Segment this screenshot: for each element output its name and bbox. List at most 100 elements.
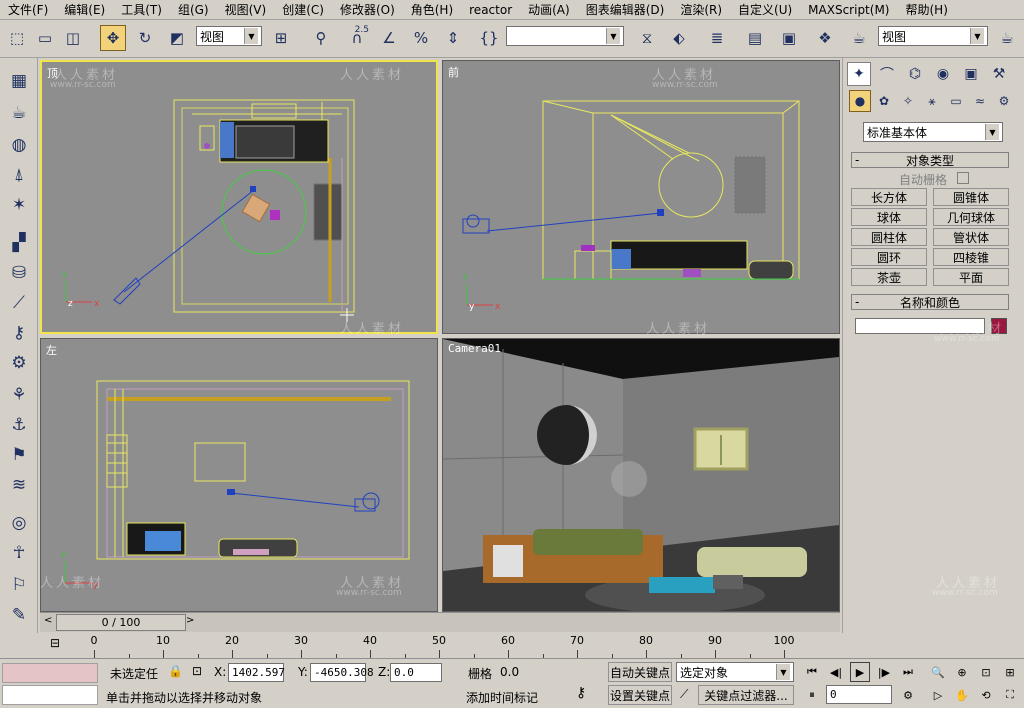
systems-icon[interactable]: ⚙ (993, 90, 1015, 112)
motion-tab-icon[interactable]: ◉ (931, 62, 955, 86)
snap-toggle-icon[interactable]: 2.5 ∩ (344, 25, 370, 51)
category-dropdown[interactable]: 标准基本体 ▼ (863, 122, 1003, 142)
mini-curve-editor-icon[interactable]: ⊟ (50, 636, 72, 654)
percent-snap-icon[interactable]: % (408, 25, 434, 51)
menu-item-9[interactable]: 动画(A) (520, 1, 578, 18)
cylinder-button[interactable]: 圆柱体 (851, 228, 927, 246)
menu-item-6[interactable]: 修改器(O) (332, 1, 403, 18)
zoom-icon[interactable]: 🔍 (928, 662, 948, 682)
tree-icon[interactable]: ⚘ (6, 382, 32, 408)
teapot-button[interactable]: 茶壶 (851, 268, 927, 286)
orbit-icon[interactable]: ⟲ (976, 685, 996, 705)
utilities-tab-icon[interactable]: ⚒ (987, 62, 1011, 86)
viewport-camera-label[interactable]: Camera01 (448, 342, 501, 355)
book-icon[interactable]: ⚐ (6, 572, 32, 598)
object-type-rollout[interactable]: - 对象类型 (851, 152, 1009, 168)
brush-icon[interactable]: ✎ (6, 602, 32, 628)
render-setup-icon[interactable]: ☕ (846, 25, 872, 51)
menu-item-11[interactable]: 渲染(R) (672, 1, 730, 18)
prev-frame-icon[interactable]: ◀| (826, 662, 846, 682)
menu-item-7[interactable]: 角色(H) (403, 1, 461, 18)
goto-end-icon[interactable]: ⏭ (898, 662, 918, 682)
named-selection-dropdown[interactable]: ▼ (506, 26, 624, 46)
plane-button[interactable]: 平面 (933, 268, 1009, 286)
checker-icon[interactable]: ▞ (6, 230, 32, 256)
menu-item-8[interactable]: reactor (461, 3, 520, 17)
x-field[interactable]: 1402.597 (228, 663, 285, 682)
wave-icon[interactable]: ≋ (6, 472, 32, 498)
tube-button[interactable]: 管状体 (933, 228, 1009, 246)
current-frame-field[interactable]: 0 (826, 685, 892, 704)
curve-editor-icon[interactable]: ▤ (742, 25, 768, 51)
angle-snap-icon[interactable]: ∠ (376, 25, 402, 51)
box-icon[interactable]: ▦ (6, 68, 32, 94)
tube-icon[interactable]: ⟋ (6, 290, 32, 316)
material-editor-icon[interactable]: ❖ (812, 25, 838, 51)
spinner-snap-icon[interactable]: ⇕ (440, 25, 466, 51)
quick-render-icon[interactable]: ☕ (994, 25, 1020, 51)
display-tab-icon[interactable]: ▣ (959, 62, 983, 86)
select-manipulate-icon[interactable]: ⚲ (308, 25, 334, 51)
torus-button[interactable]: 圆环 (851, 248, 927, 266)
select-object-icon[interactable]: ⬚ (4, 25, 30, 51)
menu-item-14[interactable]: 帮助(H) (897, 1, 955, 18)
create-tab-icon[interactable]: ✦ (847, 62, 871, 86)
ref-coord-dropdown[interactable]: 视图 ▼ (196, 26, 262, 46)
menu-item-13[interactable]: MAXScript(M) (800, 3, 897, 17)
auto-grid-checkbox[interactable] (957, 172, 969, 184)
track-bar[interactable]: ⊟ 0 10 20 30 40 50 60 70 80 90 100 (40, 632, 840, 658)
set-key-button[interactable]: 设置关键点 (608, 685, 672, 705)
select-scale-icon[interactable]: ◩ (164, 25, 190, 51)
cameras-icon[interactable]: ⚹ (921, 90, 943, 112)
gear-icon[interactable]: ⚙ (6, 350, 32, 376)
cylinder-icon[interactable]: ⛁ (6, 260, 32, 286)
spacewarps-icon[interactable]: ≈ (969, 90, 991, 112)
time-slider[interactable]: < 0 / 100 > (40, 612, 840, 632)
pyramid-button[interactable]: 四棱锥 (933, 248, 1009, 266)
lock-icon[interactable]: 🔒 (168, 664, 183, 678)
geometry-icon[interactable]: ● (849, 90, 871, 112)
box-button[interactable]: 长方体 (851, 188, 927, 206)
mirror-icon[interactable]: ⧖ (634, 25, 660, 51)
object-name-input[interactable] (855, 318, 985, 334)
y-field[interactable]: -4650.308 (310, 663, 374, 682)
chevron-left-icon[interactable]: < (44, 615, 56, 629)
hierarchy-tab-icon[interactable]: ⌬ (903, 62, 927, 86)
menu-item-3[interactable]: 组(G) (170, 1, 217, 18)
viewport-top[interactable]: 顶 y x z (40, 60, 438, 334)
play-icon[interactable]: ▶ (850, 662, 870, 682)
viewport-front[interactable]: 前 z x y (442, 60, 840, 334)
name-color-rollout[interactable]: - 名称和颜色 (851, 294, 1009, 310)
viewport-camera[interactable]: Camera01 (442, 338, 840, 612)
layer-manager-icon[interactable]: ≣ (704, 25, 730, 51)
edit-named-sel-icon[interactable]: {} (476, 25, 502, 51)
field-of-view-icon[interactable]: ▷ (928, 685, 948, 705)
select-rotate-icon[interactable]: ↻ (132, 25, 158, 51)
maxscript-listener-white[interactable] (2, 685, 98, 705)
key-icon[interactable]: ⚷ (6, 320, 32, 346)
star-icon[interactable]: ✶ (6, 192, 32, 218)
time-config-icon[interactable]: ⚙ (898, 685, 918, 705)
maximize-viewport-icon[interactable]: ⛶ (1000, 685, 1020, 705)
helpers-icon[interactable]: ▭ (945, 90, 967, 112)
add-time-tag[interactable]: 添加时间标记 (466, 689, 538, 706)
key-mode-dropdown[interactable]: 选定对象 ▼ (676, 662, 794, 682)
select-region-icon[interactable]: ▭ (32, 25, 58, 51)
pan-icon[interactable]: ✋ (952, 685, 972, 705)
chevron-right-icon[interactable]: > (186, 615, 198, 629)
cloth-icon[interactable]: ⚑ (6, 442, 32, 468)
shapes-icon[interactable]: ✿ (873, 90, 895, 112)
pivot-center-icon[interactable]: ⊞ (268, 25, 294, 51)
render-view-dropdown[interactable]: 视图 ▼ (878, 26, 988, 46)
zoom-all-icon[interactable]: ⊕ (952, 662, 972, 682)
auto-key-button[interactable]: 自动关键点 (608, 662, 672, 682)
sphere-icon[interactable]: ◍ (6, 132, 32, 158)
zoom-extents-all-icon[interactable]: ⊞ (1000, 662, 1020, 682)
z-field[interactable]: 0.0 (390, 663, 442, 682)
align-icon[interactable]: ⬖ (666, 25, 692, 51)
maxscript-listener-pink[interactable] (2, 663, 98, 683)
time-slider-thumb[interactable]: 0 / 100 (56, 614, 186, 631)
absolute-mode-icon[interactable]: ⊡ (192, 664, 202, 678)
fish-icon[interactable]: ⚓ (6, 412, 32, 438)
menu-item-4[interactable]: 视图(V) (217, 1, 275, 18)
